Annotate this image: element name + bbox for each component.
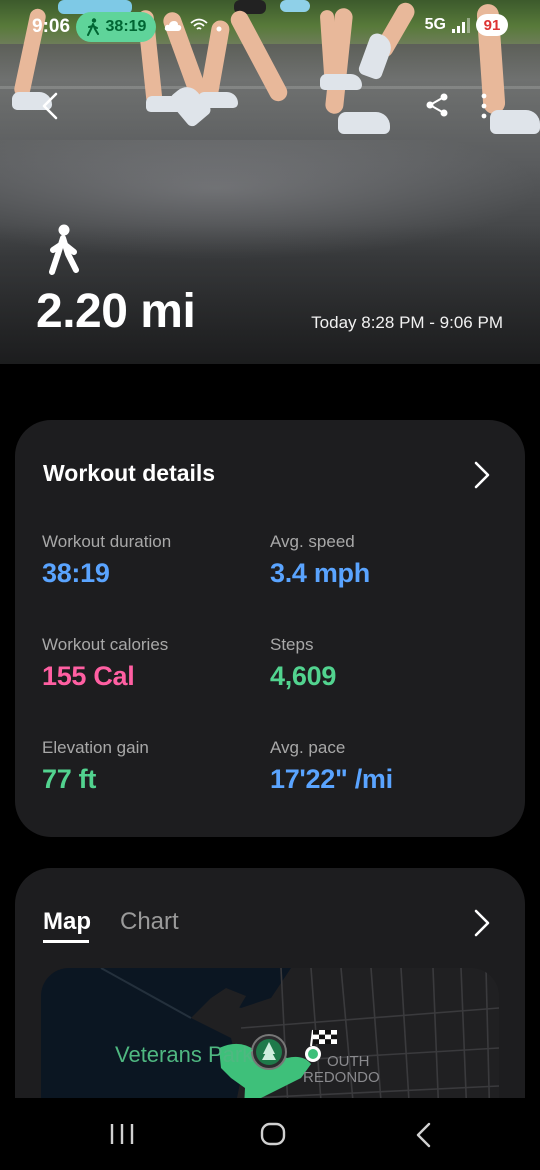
cloud-icon (164, 21, 182, 31)
tab-selected-indicator (43, 940, 89, 943)
status-time: 9:06 (32, 16, 71, 37)
status-bar: 9:06 38:19 5G 91 (0, 12, 540, 46)
tab-map[interactable]: Map (43, 908, 91, 936)
more-options-icon[interactable] (472, 92, 496, 120)
metric-avg-pace: Avg. pace 17'22" /mi (270, 738, 393, 794)
walking-person-icon (49, 224, 79, 275)
network-type: 5G (424, 16, 446, 33)
active-timer: 38:19 (105, 18, 147, 35)
metric-avg-speed: Avg. speed 3.4 mph (270, 532, 370, 588)
map-label-park: Veterans Park (115, 1042, 254, 1067)
tab-chart[interactable]: Chart (120, 908, 179, 936)
metric-workout-duration: Workout duration 38:19 (42, 532, 172, 588)
notification-icons (164, 18, 222, 36)
back-nav-icon[interactable] (414, 1122, 434, 1148)
chevron-right-icon[interactable] (473, 908, 491, 938)
finish-flag-icon (310, 1029, 337, 1047)
metric-workout-calories: Workout calories 155 Cal (42, 635, 169, 691)
workout-details-card[interactable]: Workout details Workout duration 38:19 A… (15, 420, 525, 837)
active-workout-pill[interactable]: 38:19 (76, 12, 156, 42)
map-label-area-1: OUTH (327, 1053, 370, 1070)
share-icon[interactable] (424, 92, 450, 118)
walking-person-icon (86, 18, 99, 36)
metric-steps: Steps 4,609 (270, 635, 337, 691)
signal-icon (452, 17, 470, 33)
back-arrow-icon[interactable] (36, 90, 68, 122)
wifi-icon (190, 18, 208, 30)
chevron-right-icon[interactable] (473, 460, 491, 490)
system-navigation-bar (0, 1098, 540, 1170)
workout-time-range: Today 8:28 PM - 9:06 PM (311, 313, 503, 332)
dot-icon (216, 26, 222, 32)
metric-elevation-gain: Elevation gain 77 ft (42, 738, 149, 794)
recent-apps-icon[interactable] (108, 1122, 136, 1146)
map-label-area-2: REDONDO (303, 1069, 380, 1086)
home-icon[interactable] (260, 1122, 286, 1146)
battery-indicator: 91 (476, 14, 508, 36)
workout-distance: 2.20 mi (36, 285, 196, 338)
card-title: Workout details (43, 460, 216, 486)
